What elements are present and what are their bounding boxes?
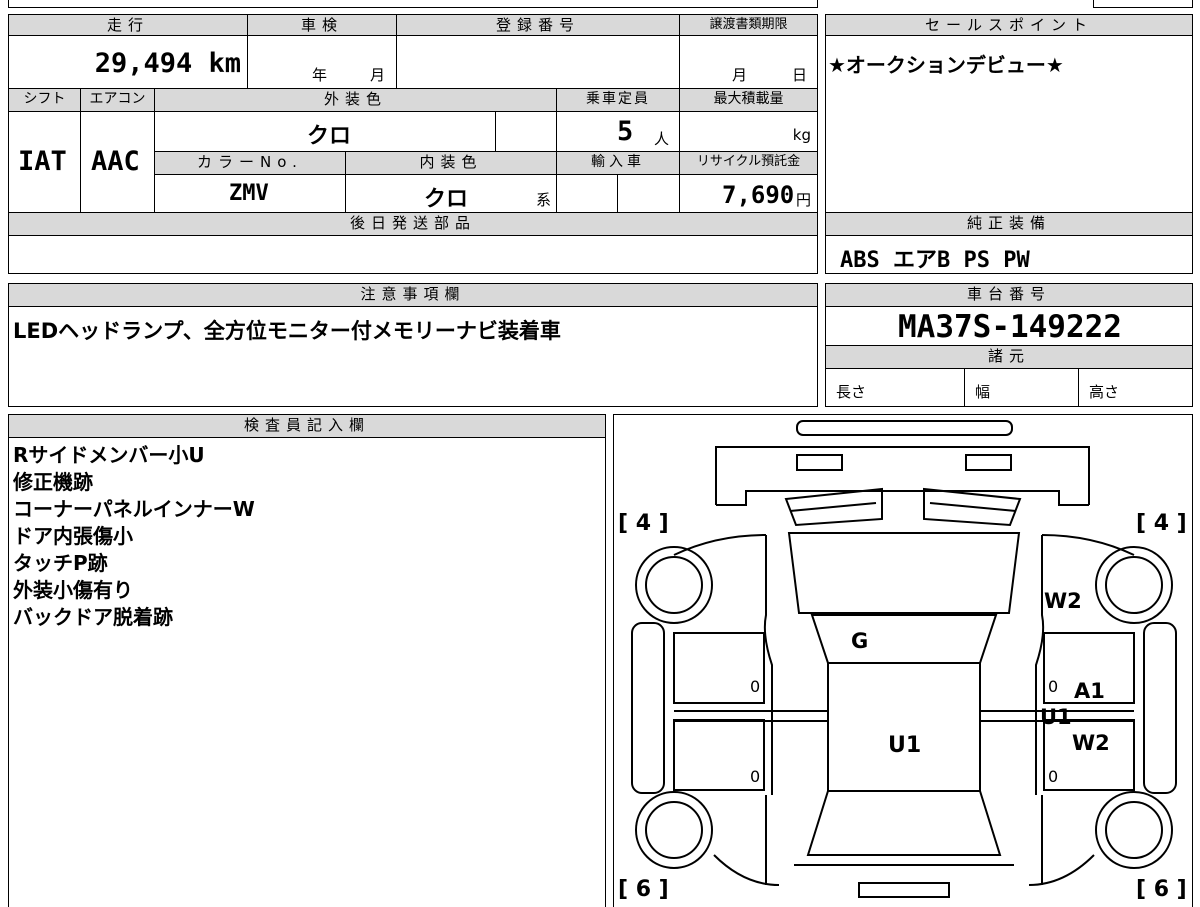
spec-length-cell: 長さ [825,368,965,407]
interior-color-header: 内装色 [345,151,557,175]
door-mark-zero: 0 [750,767,761,786]
inspector-line: コーナーパネルインナーW [13,497,255,521]
exterior-color-cell: クロ [154,111,496,152]
spec-length-label: 長さ [836,383,867,401]
tire-mark-front-left: [ 4 ] [618,511,669,536]
mileage-cell: 29,494 km [8,35,248,89]
exterior-color-value: クロ [307,124,352,149]
later-parts-cell [8,235,818,274]
sales-point-text: ★オークションデビュー★ [828,53,1064,77]
car-damage-diagram: [ 4 ] [ 4 ] [ 6 ] [ 6 ] W2 G A1 U1 W2 U1… [613,414,1193,907]
recycle-header: リサイクル預託金 [679,151,818,175]
max-load-header: 最大積載量 [679,88,818,112]
damage-mark-a1: A1 [1074,679,1105,703]
inspection-month-unit: 月 [370,66,386,84]
deadline-cell: 月 日 [679,35,818,89]
damage-mark-g: G [851,629,869,653]
inspector-lines: Rサイドメンバー小U 修正機跡 コーナーパネルインナーW ドア内張傷小 タッチP… [13,442,255,631]
spec-width-label: 幅 [975,383,991,401]
max-load-unit: kg [792,126,811,144]
tire-mark-front-right: [ 4 ] [1136,511,1187,536]
inspector-line: Rサイドメンバー小U [13,443,205,467]
capacity-value: 5 [617,116,634,147]
shift-value: IAT [18,146,67,177]
notes-header: 注意事項欄 [8,283,818,307]
shift-cell: IAT [8,111,81,213]
mileage-value: 29,494 km [94,48,241,79]
inspector-line: バックドア脱着跡 [13,605,173,629]
inspector-header: 検査員記入欄 [8,414,606,438]
capacity-header: 乗車定員 [556,88,680,112]
deadline-header: 譲渡書類期限 [679,14,818,36]
notes-cell: LEDヘッドランプ、全方位モニター付メモリーナビ装着車 [8,306,818,407]
top-strip [8,0,818,8]
damage-mark-w2-top: W2 [1044,589,1082,613]
spec-height-label: 高さ [1089,383,1120,401]
import-cell-a [556,174,618,213]
door-mark-zero: 0 [1048,767,1059,786]
interior-color-cell: クロ 系 [345,174,557,213]
damage-mark-u1-side: U1 [1040,705,1072,729]
damage-mark-u1-center: U1 [888,733,922,758]
max-load-cell: kg [679,111,818,152]
inspector-cell: Rサイドメンバー小U 修正機跡 コーナーパネルインナーW ドア内張傷小 タッチP… [8,437,606,907]
mileage-header: 走行 [8,14,248,36]
shift-header: シフト [8,88,81,112]
interior-color-suffix: 系 [536,191,552,209]
registration-cell [396,35,680,89]
spec-width-cell: 幅 [964,368,1079,407]
deadline-day-unit: 日 [792,66,808,84]
color-no-cell: ZMV [154,174,346,213]
chassis-value: MA37S-149222 [898,309,1122,345]
aircon-value: AAC [91,146,140,177]
specs-header: 諸元 [825,345,1193,369]
tire-mark-rear-right: [ 6 ] [1136,877,1187,902]
capacity-unit: 人 [654,130,670,148]
chassis-cell: MA37S-149222 [825,306,1193,346]
recycle-unit: 円 [796,191,812,209]
import-header: 輸入車 [556,151,680,175]
genuine-equipment-text: ABS エアB PS PW [840,248,1030,273]
spec-height-cell: 高さ [1078,368,1193,407]
chassis-header: 車台番号 [825,283,1193,307]
inspection-year-unit: 年 [312,66,328,84]
aircon-header: エアコン [80,88,155,112]
genuine-equipment-header: 純正装備 [825,212,1193,236]
color-no-header: カラーNo. [154,151,346,175]
later-parts-header: 後日発送部品 [8,212,818,236]
tire-mark-rear-left: [ 6 ] [618,877,669,902]
sales-point-cell: ★オークションデビュー★ [825,35,1193,213]
car-outline-drawing [631,420,1177,898]
registration-header: 登録番号 [396,14,680,36]
inspector-line: 外装小傷有り [13,578,133,602]
recycle-value: 7,690 [722,181,795,209]
top-strip-right [1093,0,1193,8]
damage-mark-w2-side: W2 [1072,731,1110,755]
notes-text: LEDヘッドランプ、全方位モニター付メモリーナビ装着車 [13,319,561,343]
door-mark-zero: 0 [1048,677,1059,696]
inspection-header: 車検 [247,14,397,36]
interior-color-value: クロ [424,187,469,212]
exterior-color-header: 外装色 [154,88,557,112]
door-mark-zero: 0 [750,677,761,696]
capacity-cell: 5 人 [556,111,680,152]
aircon-cell: AAC [80,111,155,213]
exterior-color-extra-cell [495,111,557,152]
color-no-value: ZMV [229,181,269,206]
recycle-cell: 7,690 円 [679,174,818,213]
genuine-equipment-cell: ABS エアB PS PW [825,235,1193,274]
inspector-line: タッチP跡 [13,551,108,575]
inspection-cell: 年 月 [247,35,397,89]
deadline-month-unit: 月 [732,66,748,84]
sales-point-header: セールスポイント [825,14,1193,36]
inspector-line: 修正機跡 [13,470,93,494]
import-cell-b [617,174,680,213]
inspector-line: ドア内張傷小 [13,524,133,548]
